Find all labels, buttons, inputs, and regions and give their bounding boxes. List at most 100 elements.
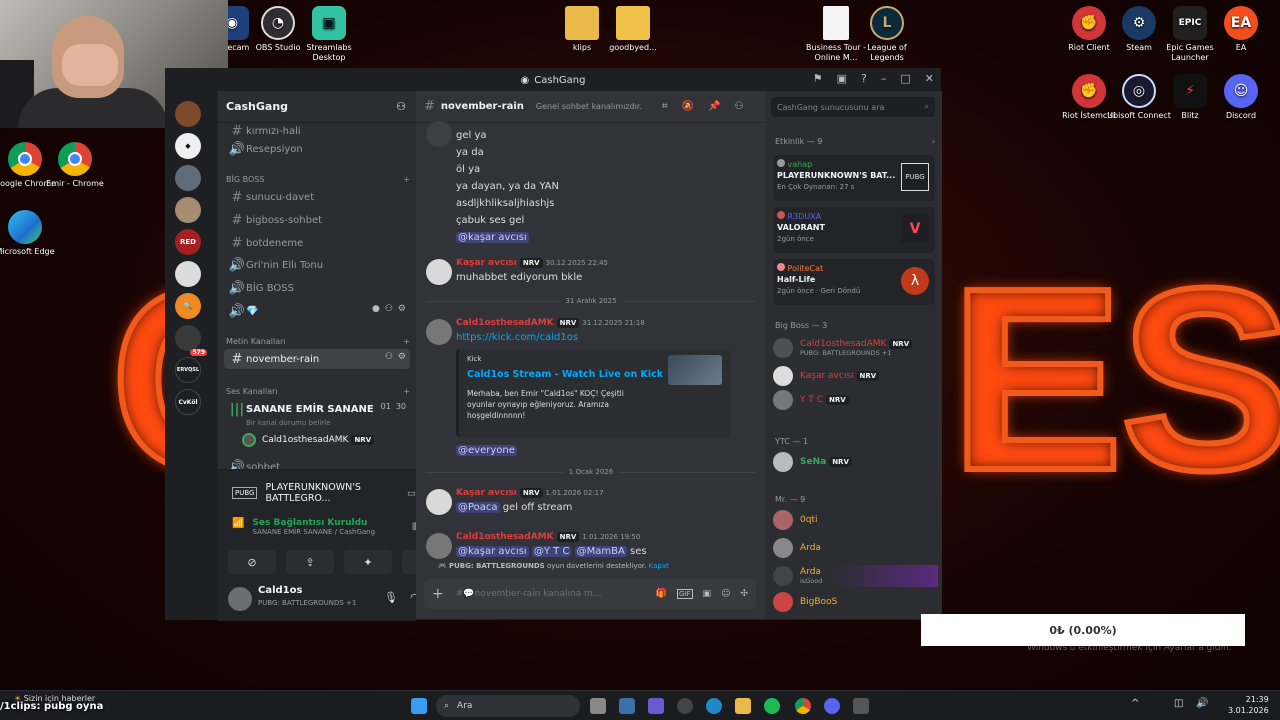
- gif-icon[interactable]: GIF: [677, 589, 693, 599]
- server-icon[interactable]: CvKöl: [175, 389, 201, 415]
- username[interactable]: Kaşar avcısı: [456, 488, 517, 498]
- activities-icon[interactable]: ✦: [344, 550, 392, 574]
- invite-icon[interactable]: ⚇: [385, 352, 393, 362]
- tray-chevron-icon[interactable]: ^: [1131, 698, 1139, 709]
- discord-icon[interactable]: [824, 698, 840, 714]
- channel-item[interactable]: 🔊 Gri'nin Ellı Tonu: [224, 255, 410, 275]
- app-icon[interactable]: [619, 698, 635, 714]
- embed-thumbnail[interactable]: [668, 355, 722, 385]
- voice-channel[interactable]: ||| SANANE EMİR SANANE 01 30: [224, 399, 410, 419]
- app-icon[interactable]: [853, 698, 869, 714]
- voice-status-text[interactable]: Bir kanal durumu belirle: [246, 419, 330, 427]
- avatar[interactable]: [228, 587, 252, 611]
- microphone-icon[interactable]: 🎙: [384, 591, 398, 604]
- channel-topic[interactable]: Genel sohbet kanalımızdır.: [536, 102, 642, 111]
- desktop-icon-goodbyed[interactable]: goodbyed...: [601, 6, 665, 53]
- channel-item[interactable]: # kırmızı-hali: [224, 121, 410, 141]
- voice-user[interactable]: Cald1osthesadAMK NRV: [242, 433, 375, 447]
- spotify-icon[interactable]: [764, 698, 780, 714]
- chevron-right-icon[interactable]: ›: [932, 137, 935, 146]
- gift-icon[interactable]: 🎁: [656, 589, 667, 599]
- gear-icon[interactable]: ⚙: [398, 352, 406, 362]
- volume-icon[interactable]: 🔊: [1196, 698, 1208, 709]
- server-header[interactable]: CashGang ⚇: [218, 91, 416, 123]
- avatar[interactable]: [426, 259, 452, 285]
- server-icon[interactable]: ◆: [175, 133, 201, 159]
- desktop-icon-edge[interactable]: Microsoft Edge: [0, 210, 57, 257]
- member-item[interactable]: Cald1osthesadAMK NRV PUBG: BATTLEGROUNDS +…: [773, 337, 938, 359]
- pin-icon[interactable]: 📌: [708, 101, 720, 112]
- gear-icon[interactable]: ⚙: [398, 304, 406, 314]
- task-view-icon[interactable]: [590, 698, 606, 714]
- add-member-icon[interactable]: ⚇: [396, 100, 406, 113]
- avatar[interactable]: [426, 533, 452, 559]
- sticker-icon[interactable]: ▣: [703, 589, 712, 599]
- desktop-icon-lol[interactable]: L League of Legends: [855, 6, 919, 63]
- close-button[interactable]: ✕: [925, 72, 934, 85]
- app-icon[interactable]: [648, 698, 664, 714]
- desktop-icon-ea[interactable]: EA EA: [1209, 6, 1273, 53]
- desktop-icon-emir-chrome[interactable]: Emir - Chrome: [43, 142, 107, 189]
- channel-item[interactable]: # bigboss-sohbet: [224, 210, 410, 230]
- chat-icon[interactable]: ●: [372, 304, 380, 314]
- inbox-icon[interactable]: ▣: [837, 72, 847, 85]
- user-mention[interactable]: @kaşar avcısı: [456, 546, 529, 557]
- avatar[interactable]: [426, 319, 452, 345]
- server-icon[interactable]: [175, 101, 201, 127]
- message-link[interactable]: https://kick.com/cald1os: [456, 332, 765, 343]
- server-icon[interactable]: [175, 165, 201, 191]
- category-ses[interactable]: Ses Kanalları +: [226, 387, 410, 396]
- member-item[interactable]: Kaşar avcısı NRV: [773, 365, 938, 387]
- channel-item[interactable]: 🔊 Resepsiyon: [224, 139, 410, 159]
- username[interactable]: Cald1osthesadAMK: [456, 318, 554, 328]
- member-item[interactable]: BigBooS: [773, 591, 938, 613]
- threads-icon[interactable]: ⌗: [662, 101, 668, 112]
- help-icon[interactable]: ?: [861, 72, 867, 85]
- channel-item[interactable]: 🔊 BİG BOSS: [224, 278, 410, 298]
- invite-icon[interactable]: ⚇: [385, 304, 393, 314]
- add-channel-icon[interactable]: +: [403, 175, 410, 184]
- user-mention[interactable]: @MamBA: [574, 546, 627, 557]
- user-mention[interactable]: @kaşar avcısı: [456, 232, 529, 243]
- server-icon[interactable]: ERVQSL: [175, 357, 201, 383]
- server-icon[interactable]: 579: [175, 325, 207, 356]
- channel-item-active[interactable]: # november-rain ⚇ ⚙: [224, 349, 410, 369]
- category-metin[interactable]: Metin Kanalları +: [226, 337, 410, 346]
- avatar[interactable]: [426, 489, 452, 515]
- camera-off-icon[interactable]: ⊘: [228, 550, 276, 574]
- desktop-icon-discord[interactable]: ☺ Discord: [1209, 74, 1273, 121]
- member-item[interactable]: 0qti: [773, 509, 938, 531]
- windows-start-icon[interactable]: [411, 698, 427, 714]
- message-input[interactable]: #💬november-rain kanalına m...: [456, 589, 648, 599]
- taskbar-search[interactable]: ⌕ Ara: [436, 695, 580, 717]
- member-item[interactable]: Arda: [773, 537, 938, 559]
- desktop-icon-streamlabs[interactable]: ▣ Streamlabs Desktop: [297, 6, 361, 63]
- username[interactable]: Cald1osthesadAMK: [456, 532, 554, 542]
- message-composer[interactable]: + #💬november-rain kanalına m... 🎁 GIF ▣ …: [424, 579, 756, 609]
- avatar[interactable]: [426, 121, 452, 147]
- user-mention[interactable]: @Y T C: [531, 546, 572, 557]
- add-channel-icon[interactable]: +: [403, 337, 410, 346]
- server-icon[interactable]: RED: [175, 229, 201, 255]
- member-item[interactable]: Arda isGood: [773, 565, 938, 587]
- members-icon[interactable]: ⚇: [735, 101, 744, 112]
- server-icon[interactable]: [175, 197, 201, 223]
- activity-card[interactable]: R3DUXA VALORANT 2gün önce V: [773, 207, 935, 253]
- user-mention[interactable]: @Poaca: [456, 502, 500, 513]
- apps-icon[interactable]: ✣: [740, 589, 748, 599]
- channel-item[interactable]: # botdeneme: [224, 233, 410, 253]
- member-item[interactable]: SeNa NRV: [773, 451, 938, 473]
- network-icon[interactable]: ◫: [1174, 698, 1183, 709]
- category-bigboss[interactable]: BİG BOSS +: [226, 175, 410, 184]
- mute-icon[interactable]: 🔕: [682, 101, 694, 112]
- activity-row[interactable]: PUBG PLAYERUNKNOWN'S BATTLEGRO... ▭: [232, 482, 416, 504]
- screen-share-icon[interactable]: ▭: [407, 488, 416, 499]
- chrome-icon[interactable]: [795, 698, 811, 714]
- file-explorer-icon[interactable]: [735, 698, 751, 714]
- channel-item[interactable]: 🔊 💎 ● ⚇ ⚙: [224, 301, 410, 321]
- minimize-button[interactable]: –: [881, 72, 887, 85]
- channel-item[interactable]: # sunucu-davet: [224, 187, 410, 207]
- add-channel-icon[interactable]: +: [403, 387, 410, 396]
- server-icon[interactable]: 🔍: [175, 293, 201, 319]
- activity-card[interactable]: vahap PLAYERUNKNOWN'S BAT... En Çok Oyna…: [773, 155, 935, 201]
